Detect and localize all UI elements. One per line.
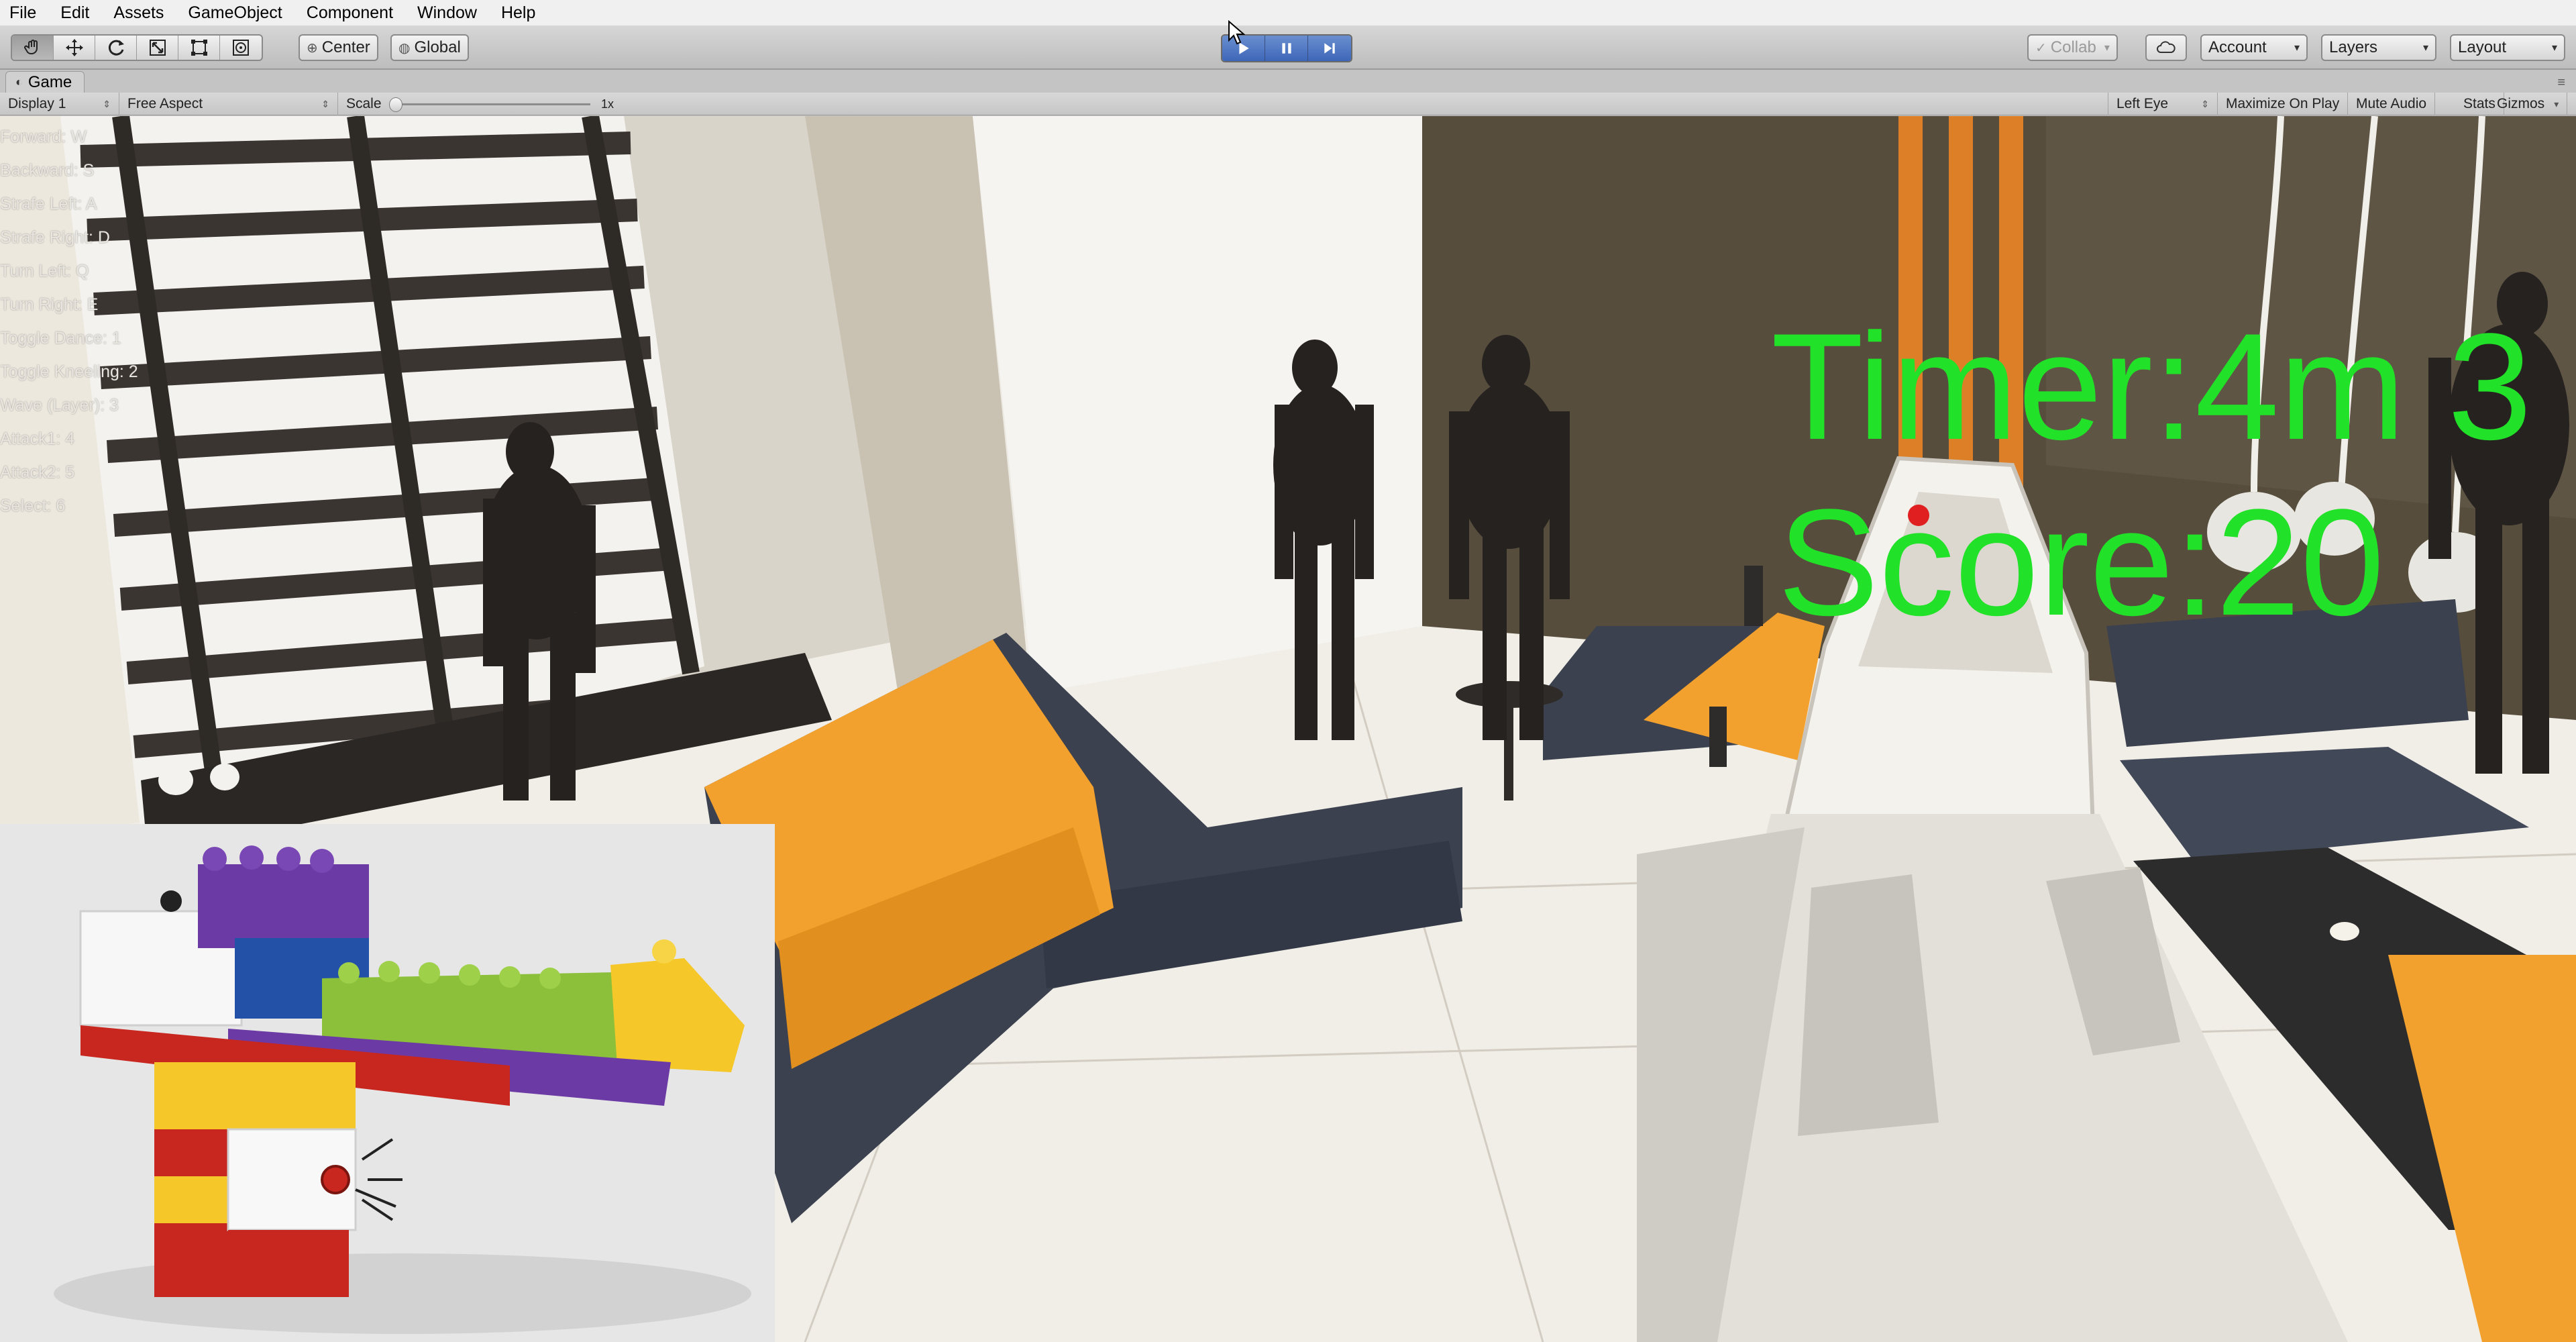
mouse-cursor-icon: [1228, 20, 1245, 45]
timer-text: Timer:4m 3: [1771, 301, 2532, 471]
score-text: Score:20: [1778, 477, 2385, 647]
eye-dropdown[interactable]: Left Eye ⇕: [2108, 93, 2218, 115]
scale-slider-track[interactable]: [396, 103, 590, 105]
game-viewport[interactable]: Forward: W Backward: S Strafe Left: A St…: [0, 116, 2576, 1342]
aspect-dropdown[interactable]: Free Aspect ⇕: [119, 93, 338, 115]
chevron-down-icon: ▾: [2551, 42, 2557, 54]
transform-tools: [11, 34, 263, 61]
step-icon: [1324, 43, 1335, 54]
layers-dropdown[interactable]: Layers ▾: [2321, 34, 2436, 61]
space-toggle-button[interactable]: ◍ Global: [390, 34, 469, 61]
help-line-toggle-dance: Toggle Dance: 1: [0, 329, 121, 348]
help-line-backward: Backward: S: [0, 161, 95, 180]
display-label: Display 1: [8, 96, 66, 111]
game-tab-label: Game: [28, 72, 72, 91]
gizmos-label: Gizmos: [2497, 96, 2545, 111]
help-line-strafe-left: Strafe Left: A: [0, 195, 97, 213]
gizmos-dropdown[interactable]: Gizmos ▾: [2489, 93, 2568, 115]
space-label: Global: [414, 38, 461, 56]
hand-icon: [23, 40, 38, 54]
help-line-attack1: Attack1: 4: [0, 429, 75, 448]
controls-help-overlay: Forward: W Backward: S Strafe Left: A St…: [0, 120, 241, 523]
pivot-label: Center: [321, 38, 370, 56]
layers-label: Layers: [2329, 38, 2378, 56]
rotate-icon: [108, 40, 124, 56]
lego-controller-photo: [0, 824, 775, 1342]
unity-editor-window: File Edit Assets GameObject Component Wi…: [0, 0, 2576, 1342]
hand-tool-button[interactable]: [12, 36, 54, 60]
help-line-forward: Forward: W: [0, 127, 87, 146]
transform-icon: [233, 40, 249, 56]
move-tool-button[interactable]: [54, 36, 95, 60]
globe-icon: ◍: [398, 40, 411, 56]
help-line-turn-left: Turn Left: Q: [0, 262, 89, 280]
chevron-down-icon: ▾: [2104, 42, 2110, 54]
updown-icon: ⇕: [103, 98, 111, 109]
vase: [210, 764, 239, 790]
lego-gun-illustration: [0, 824, 775, 1342]
scale-icon: [149, 40, 166, 56]
pivot-icon: ⊕: [307, 40, 318, 56]
scale-label: Scale: [346, 96, 382, 111]
move-arrows-icon: [65, 39, 83, 56]
chevron-down-icon: ▾: [2422, 42, 2428, 54]
help-line-strafe-right: Strafe Right: D: [0, 228, 110, 247]
scale-tool-button[interactable]: [137, 36, 178, 60]
toolbar: ⊕ Center ◍ Global ✓ Collab ▾ Account ▾ L…: [0, 20, 2576, 70]
menu-assets[interactable]: Assets: [113, 0, 164, 25]
menu-file[interactable]: File: [9, 0, 36, 25]
menu-window[interactable]: Window: [417, 0, 477, 25]
layout-label: Layout: [2458, 38, 2507, 56]
rect-tool-button[interactable]: [178, 36, 220, 60]
help-line-turn-right: Turn Right: E: [0, 295, 99, 314]
aspect-label: Free Aspect: [127, 96, 203, 111]
help-line-wave: Wave (Layer): 3: [0, 396, 119, 415]
account-dropdown[interactable]: Account ▾: [2200, 34, 2308, 61]
menu-component[interactable]: Component: [307, 0, 393, 25]
chevron-down-icon: ▾: [2554, 98, 2559, 109]
cup: [2330, 922, 2359, 941]
menu-help[interactable]: Help: [501, 0, 535, 25]
chevron-down-icon: ▾: [2294, 42, 2300, 54]
collab-label: Collab: [2050, 38, 2096, 56]
game-tab-row: ◐ Game ≡: [0, 70, 2576, 93]
game-tab[interactable]: ◐ Game: [5, 71, 85, 93]
vase: [158, 766, 193, 795]
help-line-attack2: Attack2: 5: [0, 463, 75, 482]
pause-icon: [1281, 43, 1291, 54]
scale-slider-thumb[interactable]: [389, 97, 402, 112]
step-button[interactable]: [1308, 36, 1351, 61]
account-label: Account: [2208, 38, 2267, 56]
rect-transform-icon: [191, 40, 207, 56]
eye-label: Left Eye: [2116, 96, 2169, 111]
scale-value: 1x: [601, 97, 614, 111]
layout-dropdown[interactable]: Layout ▾: [2450, 34, 2565, 61]
doorway-light: [973, 116, 1422, 693]
transform-tool-button[interactable]: [220, 36, 262, 60]
help-line-toggle-kneeling: Toggle Kneeling: 2: [0, 362, 138, 381]
pivot-toggle-button[interactable]: ⊕ Center: [299, 34, 378, 61]
tab-menu-icon[interactable]: ≡: [2557, 75, 2565, 91]
mute-audio-toggle[interactable]: Mute Audio: [2348, 93, 2436, 115]
menu-edit[interactable]: Edit: [60, 0, 89, 25]
game-view-controlbar: Display 1 ⇕ Free Aspect ⇕ Scale 1x Left …: [0, 93, 2576, 115]
display-dropdown[interactable]: Display 1 ⇕: [0, 93, 119, 115]
help-line-select: Select: 6: [0, 497, 66, 515]
menu-gameobject[interactable]: GameObject: [188, 0, 282, 25]
pause-button[interactable]: [1265, 36, 1308, 61]
cloud-button[interactable]: [2145, 34, 2187, 61]
game-controller-icon: ◐: [15, 75, 23, 89]
updown-icon: ⇕: [2201, 98, 2209, 109]
updown-icon: ⇕: [321, 98, 329, 109]
maximize-on-play-toggle[interactable]: Maximize On Play: [2218, 93, 2349, 115]
collab-button[interactable]: ✓ Collab ▾: [2027, 34, 2118, 61]
rotate-tool-button[interactable]: [95, 36, 137, 60]
check-icon: ✓: [2035, 40, 2047, 56]
cloud-icon: [2157, 41, 2176, 53]
menu-bar: File Edit Assets GameObject Component Wi…: [0, 0, 2576, 25]
